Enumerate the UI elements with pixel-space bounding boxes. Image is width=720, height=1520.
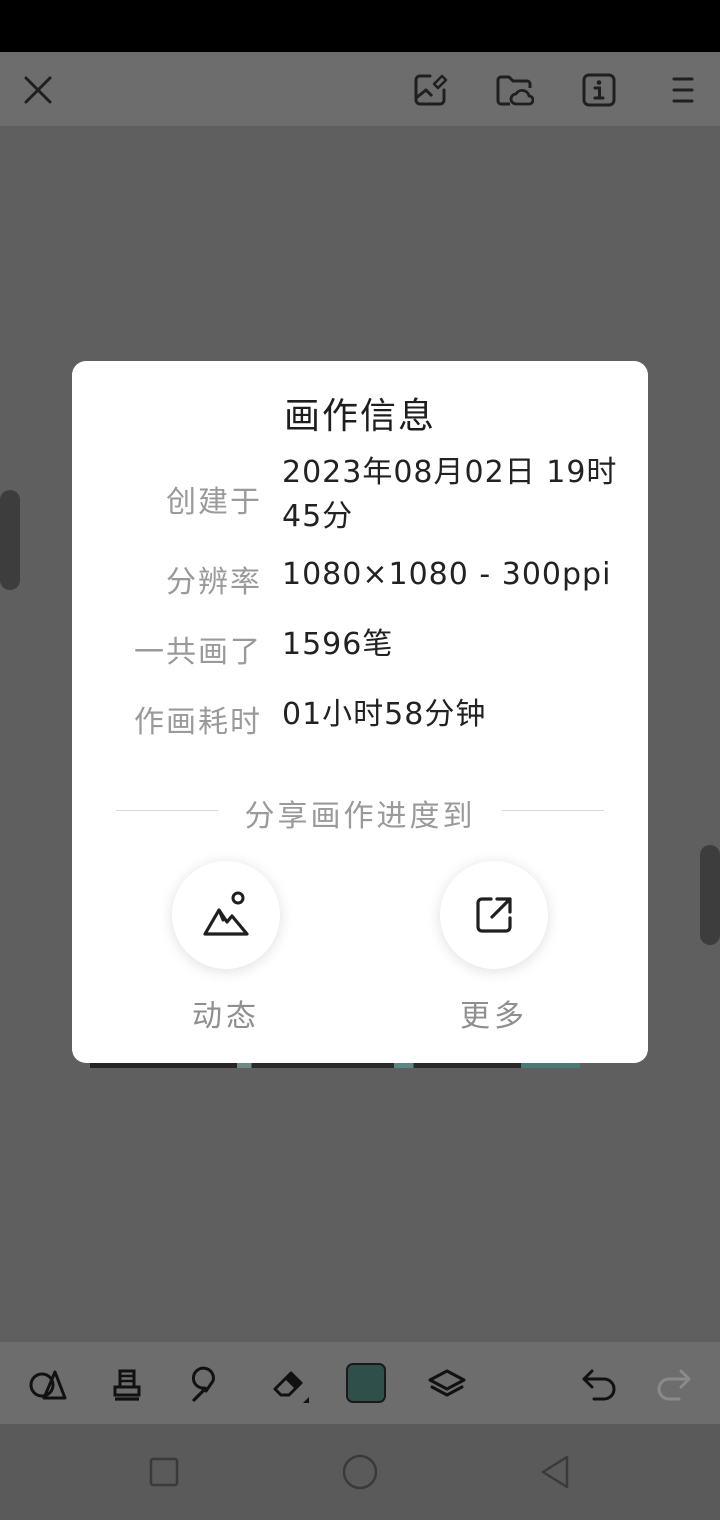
- share-more-label: 更多: [460, 999, 528, 1034]
- undo-button[interactable]: [575, 1360, 623, 1408]
- menu-icon: [672, 77, 694, 103]
- opacity-slider[interactable]: [700, 845, 720, 945]
- close-icon: [24, 76, 52, 104]
- redo-icon: [657, 1369, 691, 1401]
- eraser-icon: [273, 1371, 309, 1403]
- close-button[interactable]: [14, 66, 62, 114]
- drawing-time-label: 作画耗时: [134, 705, 262, 740]
- redo-button[interactable]: [650, 1360, 698, 1408]
- undo-icon: [582, 1369, 616, 1401]
- artwork-info-dialog: 画作信息 创建于 2023年08月02日 19时45分 分辨率 1080×108…: [72, 361, 648, 1063]
- drawing-time-value: 01小时58分钟: [282, 697, 487, 732]
- recent-apps-button[interactable]: [142, 1450, 186, 1494]
- stamp-tool[interactable]: [103, 1360, 151, 1408]
- info-icon: [582, 73, 616, 107]
- cloud-folder-icon: [496, 75, 534, 106]
- divider-right: [502, 810, 604, 811]
- external-share-icon: [476, 897, 512, 933]
- back-icon: [541, 1455, 569, 1489]
- home-button[interactable]: [338, 1450, 382, 1494]
- back-button[interactable]: [534, 1450, 578, 1494]
- shapes-icon: [29, 1370, 67, 1400]
- home-icon: [342, 1454, 378, 1490]
- stamp-icon: [113, 1369, 141, 1401]
- recent-apps-icon: [149, 1457, 179, 1487]
- created-label: 创建于: [166, 485, 262, 520]
- share-section-title: 分享画作进度到: [244, 799, 476, 834]
- mountain-image-icon: [203, 891, 249, 936]
- stroke-count-value: 1596笔: [282, 627, 394, 662]
- resolution-value: 1080×1080 - 300ppi: [282, 557, 612, 592]
- share-more-button[interactable]: [440, 861, 548, 969]
- eraser-tool[interactable]: [266, 1360, 314, 1408]
- created-value: 2023年08月02日 19时45分: [282, 455, 618, 534]
- layers-icon: [428, 1369, 466, 1397]
- menu-button[interactable]: [658, 66, 706, 114]
- share-moments-label: 动态: [192, 999, 260, 1034]
- smudge-tool[interactable]: [183, 1360, 231, 1408]
- resolution-label: 分辨率: [166, 565, 262, 600]
- brush-size-slider[interactable]: [0, 490, 20, 590]
- smudge-icon: [191, 1366, 215, 1402]
- import-image-button[interactable]: [406, 66, 454, 114]
- color-swatch[interactable]: [346, 1363, 386, 1403]
- dialog-title: 画作信息: [283, 396, 436, 437]
- layers-tool[interactable]: [423, 1360, 471, 1408]
- shapes-tool[interactable]: [23, 1360, 71, 1408]
- cloud-folder-button[interactable]: [490, 66, 538, 114]
- share-moments-button[interactable]: [172, 861, 280, 969]
- status-bar: [0, 0, 720, 52]
- import-image-icon: [414, 74, 448, 106]
- info-button[interactable]: [575, 66, 623, 114]
- stroke-count-label: 一共画了: [134, 635, 262, 670]
